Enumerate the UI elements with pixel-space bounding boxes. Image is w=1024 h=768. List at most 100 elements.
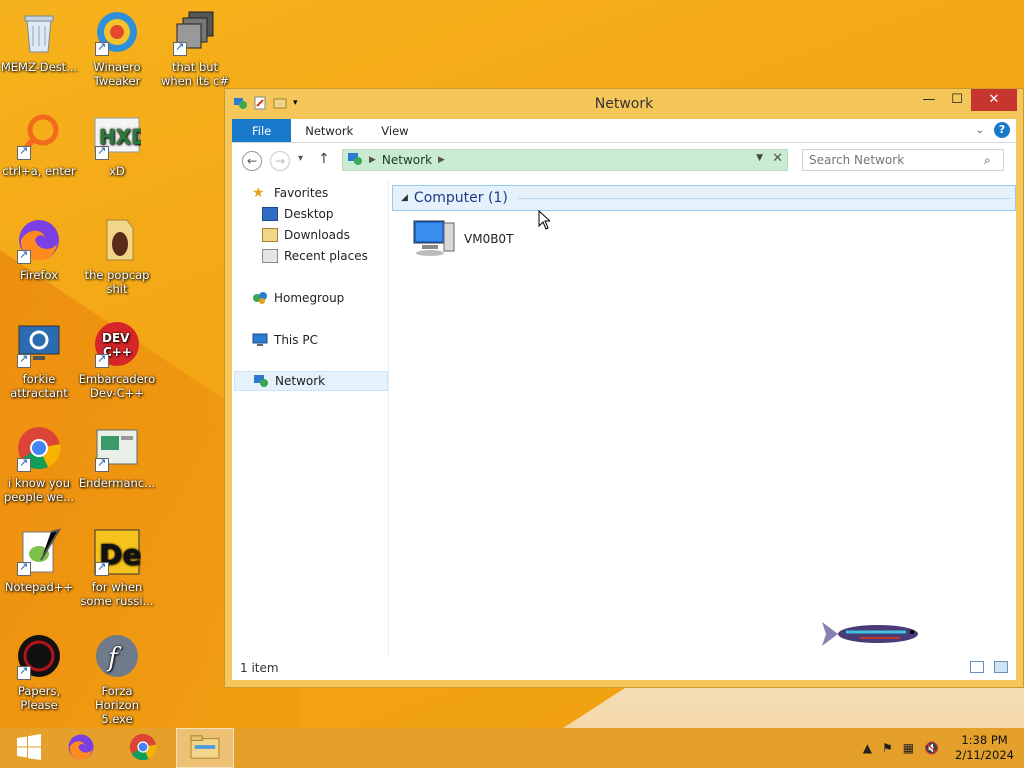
- tab-network[interactable]: Network: [291, 119, 367, 142]
- desktop-icon-label: Forza Horizon 5.exe: [95, 684, 139, 726]
- folder-icon: [93, 216, 141, 264]
- desktop-icon-endermanch[interactable]: Endermanc...: [78, 424, 156, 490]
- network-computer-icon: [410, 217, 458, 260]
- nav-item-this-pc[interactable]: This PC: [252, 330, 318, 350]
- firefox-icon: [66, 732, 96, 765]
- start-button[interactable]: [0, 728, 58, 768]
- clear-address-icon[interactable]: ✕: [772, 151, 783, 166]
- desktop-icon-winaero[interactable]: Winaero Tweaker: [78, 8, 156, 88]
- desktop-icon-xd[interactable]: HXD xD: [78, 112, 156, 178]
- breadcrumb-network[interactable]: Network: [382, 153, 432, 167]
- group-title: Computer (1): [413, 190, 508, 206]
- desktop-icon-forza[interactable]: f Forza Horizon 5.exe: [78, 632, 156, 726]
- breadcrumb-separator-icon[interactable]: ▶: [369, 155, 376, 165]
- desktop-icon-chrome[interactable]: i know you people we...: [0, 424, 78, 504]
- desktop-icon-forkie[interactable]: forkie attractant: [0, 320, 78, 400]
- recent-locations-button[interactable]: ▾: [298, 153, 303, 164]
- desktop-icon-label: for when some russi...: [80, 580, 154, 608]
- downloads-folder-icon: [262, 228, 278, 242]
- tab-file[interactable]: File: [232, 119, 292, 142]
- navigation-pane: ★ Favorites Desktop Downloads Recent pla…: [232, 179, 389, 656]
- nav-item-downloads[interactable]: Downloads: [262, 225, 350, 245]
- homegroup-icon: [252, 291, 268, 305]
- winaero-icon: [93, 8, 141, 56]
- ribbon-tabs: File Network View ⌄ ?: [232, 119, 1016, 143]
- taskbar: ▲ ⚑ ▦ 🔇 1:38 PM 2/11/2024: [0, 728, 1024, 768]
- window-title: Network: [594, 96, 654, 112]
- ribbon-right: ⌄ ?: [976, 122, 1010, 138]
- nav-item-recent-places[interactable]: Recent places: [262, 246, 368, 266]
- explorer-window: ▾ Network — ☐ ✕ File Network View ⌄ ? ← …: [224, 88, 1024, 688]
- desktop-icon-devcpp[interactable]: DEVC++ Embarcadero Dev-C++: [78, 320, 156, 400]
- desktop-icon: [262, 207, 278, 221]
- minimize-button[interactable]: —: [915, 89, 943, 111]
- show-hidden-icons-icon[interactable]: ▲: [863, 741, 872, 755]
- maximize-button[interactable]: ☐: [943, 89, 971, 111]
- address-bar[interactable]: ▶ Network ▶ ▼ ✕: [342, 149, 788, 171]
- address-dropdown-icon[interactable]: ▼: [756, 153, 763, 163]
- forward-button[interactable]: →: [270, 151, 290, 171]
- desktop-icon-that-but-when[interactable]: that but when its c#: [156, 8, 234, 88]
- system-tray: ▲ ⚑ ▦ 🔇 1:38 PM 2/11/2024: [863, 728, 1024, 768]
- nav-item-label: Favorites: [274, 186, 329, 200]
- tab-view[interactable]: View: [367, 119, 422, 142]
- back-button[interactable]: ←: [242, 151, 262, 171]
- desktop-icon-label: i know you people we...: [3, 476, 75, 504]
- desktop-icon-label: ctrl+a, enter: [2, 164, 76, 178]
- item-name: VM0B0T: [464, 231, 514, 246]
- up-button[interactable]: ↑: [318, 151, 330, 167]
- nav-item-desktop[interactable]: Desktop: [262, 204, 334, 224]
- magnifier-icon: [15, 112, 63, 160]
- volume-muted-icon[interactable]: 🔇: [924, 741, 939, 755]
- chrome-icon: [15, 424, 63, 472]
- fish-image: [816, 608, 926, 658]
- window-controls: — ☐ ✕: [915, 89, 1017, 111]
- search-input[interactable]: [802, 149, 1004, 171]
- details-view-icon[interactable]: [970, 661, 984, 673]
- desktop-icon-ctrl-a-enter[interactable]: ctrl+a, enter: [0, 112, 78, 178]
- monitor-gear-icon: [15, 320, 63, 368]
- action-center-flag-icon[interactable]: ⚑: [882, 741, 893, 755]
- clock-time: 1:38 PM: [961, 733, 1008, 747]
- nav-item-favorites[interactable]: ★ Favorites: [252, 183, 328, 203]
- taskbar-chrome[interactable]: [114, 728, 172, 768]
- nav-item-label: Recent places: [284, 249, 368, 263]
- collapse-triangle-icon[interactable]: ◢: [401, 193, 408, 203]
- desktop-icon-label: that but when its c#: [160, 60, 230, 88]
- clock[interactable]: 1:38 PM 2/11/2024: [955, 733, 1014, 763]
- nav-item-homegroup[interactable]: Homegroup: [252, 288, 344, 308]
- desktop-icon-label: Embarcadero Dev-C++: [78, 372, 156, 400]
- desktop-icon-popcap[interactable]: the popcap shit: [78, 216, 156, 296]
- windows-logo-icon: [16, 733, 42, 763]
- chevron-down-icon[interactable]: ⌄: [976, 125, 984, 136]
- help-button[interactable]: ?: [994, 122, 1010, 138]
- recycle-bin-icon: [15, 8, 63, 56]
- svg-text:DEV: DEV: [102, 331, 130, 345]
- taskbar-file-explorer[interactable]: [176, 728, 234, 768]
- desktop-icon-russi[interactable]: De for when some russi...: [78, 528, 156, 608]
- stacked-windows-icon: [171, 8, 219, 56]
- close-button[interactable]: ✕: [971, 89, 1017, 111]
- network-status-icon[interactable]: ▦: [903, 741, 914, 755]
- content-pane: ◢ Computer (1) VM0B0T: [392, 179, 1016, 656]
- group-divider: [517, 197, 1011, 199]
- taskbar-firefox[interactable]: [52, 728, 110, 768]
- nav-item-network[interactable]: Network: [234, 371, 388, 391]
- large-icons-view-icon[interactable]: [994, 661, 1008, 673]
- recent-places-icon: [262, 249, 278, 263]
- list-item-computer[interactable]: VM0B0T: [410, 217, 513, 260]
- desktop-icon-papers-please[interactable]: Papers, Please: [0, 632, 78, 712]
- search-icon[interactable]: ⌕: [984, 153, 991, 168]
- breadcrumb-separator-icon[interactable]: ▶: [438, 155, 445, 165]
- desktop-icon-firefox[interactable]: Firefox: [0, 216, 78, 282]
- navigation-bar: ← → ▾ ↑ ▶ Network ▶ ▼ ✕ ⌕: [232, 143, 1016, 179]
- group-header-computer[interactable]: ◢ Computer (1): [392, 185, 1016, 211]
- desktop-icon-recycle-bin[interactable]: MEMZ-Dest...: [0, 8, 78, 74]
- notepadpp-icon: [15, 528, 63, 576]
- network-icon: [253, 374, 269, 388]
- desktop-icon-notepadpp[interactable]: Notepad++: [0, 528, 78, 594]
- item-count: 1 item: [240, 661, 279, 675]
- title-bar[interactable]: ▾ Network — ☐ ✕: [225, 89, 1023, 119]
- desktop-icon-label: Endermanc...: [78, 476, 156, 490]
- status-bar: 1 item: [232, 656, 1016, 680]
